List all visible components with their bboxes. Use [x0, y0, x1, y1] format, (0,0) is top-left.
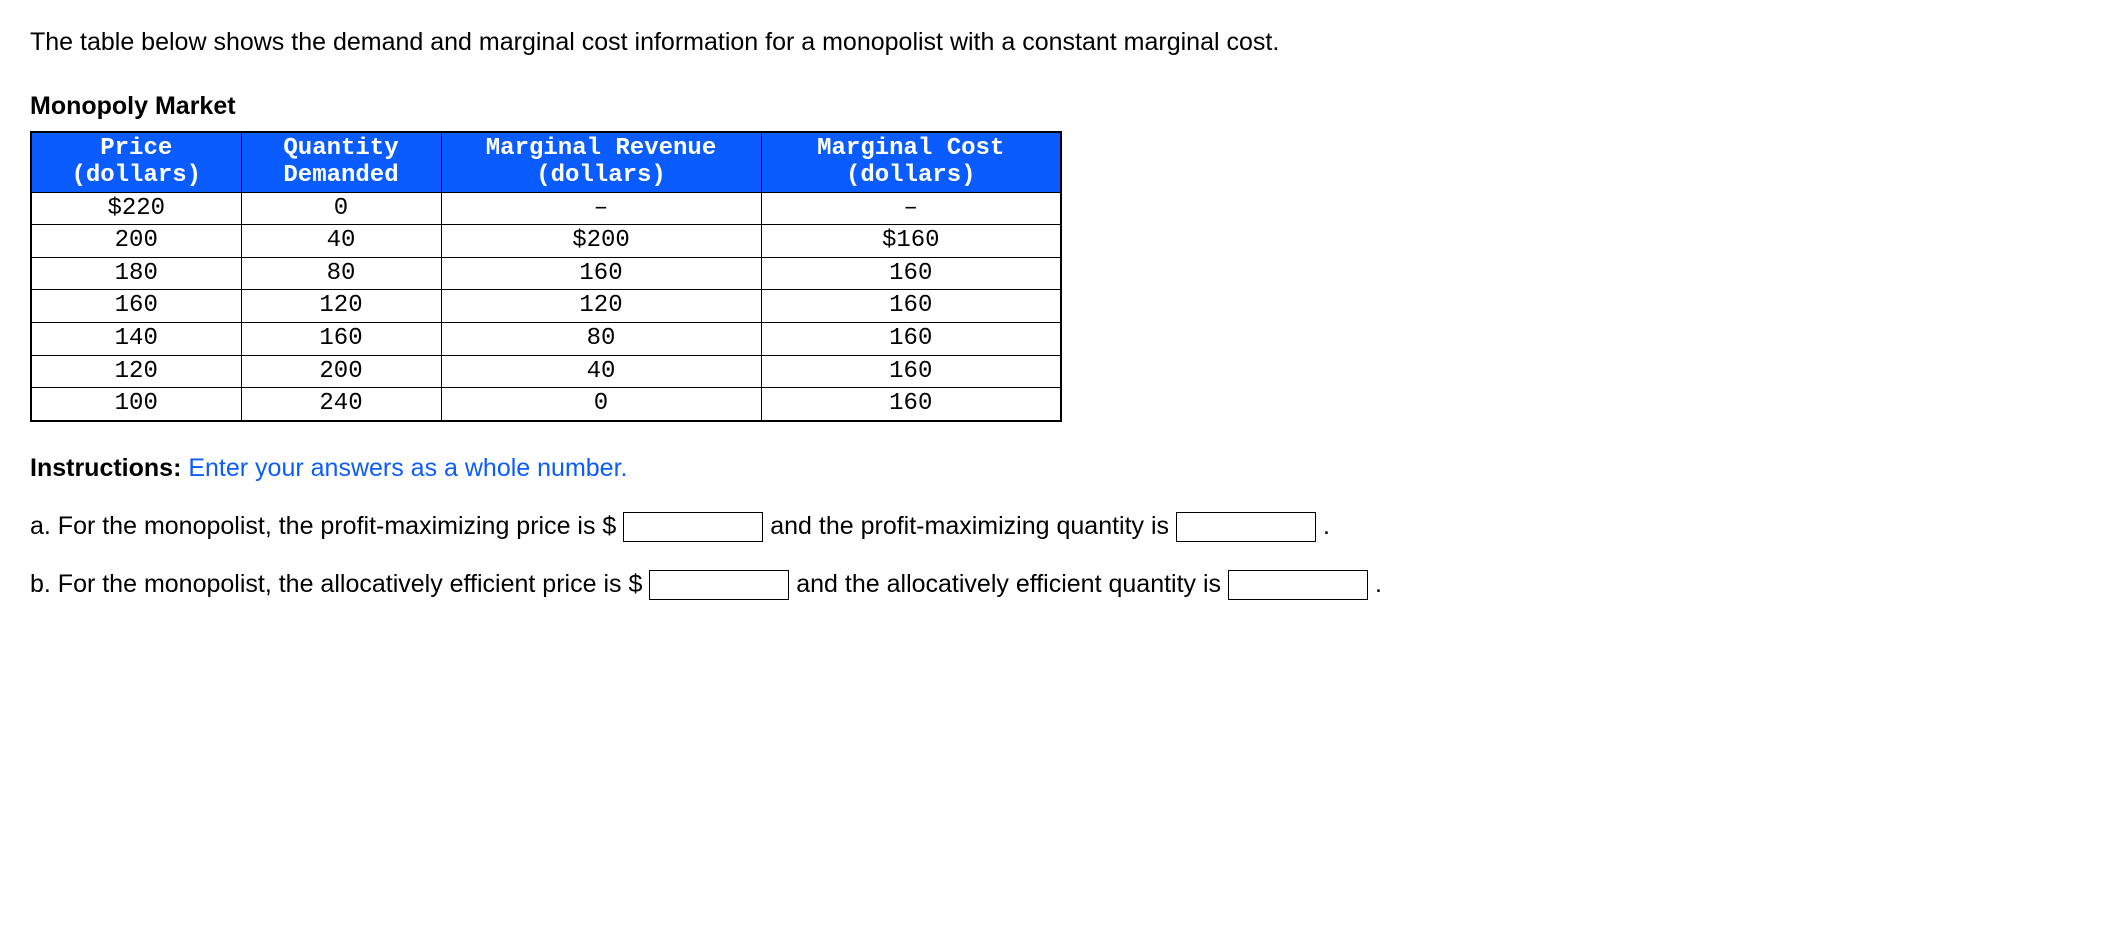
question-a-mid: and the profit-maximizing quantity is	[770, 512, 1176, 540]
question-b-pre: b. For the monopolist, the allocatively …	[30, 570, 649, 598]
cell-qty: 240	[241, 388, 441, 421]
table-row: 180 80 160 160	[31, 257, 1061, 290]
question-b-mid: and the allocatively efficient quantity …	[796, 570, 1228, 598]
table-row: $220 0 – –	[31, 192, 1061, 225]
cell-qty: 0	[241, 192, 441, 225]
table-title: Monopoly Market	[30, 88, 2098, 124]
table-row: 200 40 $200 $160	[31, 225, 1061, 258]
col-header-price-l1: Price	[40, 135, 233, 163]
col-header-mr-l2: (dollars)	[450, 162, 753, 190]
cell-price: 160	[31, 290, 241, 323]
cell-mc: 160	[761, 355, 1061, 388]
question-a-pre: a. For the monopolist, the profit-maximi…	[30, 512, 623, 540]
answer-b-qty-input[interactable]	[1228, 570, 1368, 600]
col-header-price-l2: (dollars)	[40, 162, 233, 190]
instructions-text: Enter your answers as a whole number.	[181, 454, 627, 482]
monopoly-table: Price (dollars) Quantity Demanded Margin…	[30, 131, 1062, 422]
cell-price: 140	[31, 323, 241, 356]
table-row: 120 200 40 160	[31, 355, 1061, 388]
col-header-price: Price (dollars)	[31, 132, 241, 193]
cell-mr: 0	[441, 388, 761, 421]
col-header-mc-l2: (dollars)	[770, 162, 1053, 190]
col-header-qty-l2: Demanded	[250, 162, 433, 190]
cell-qty: 40	[241, 225, 441, 258]
table-row: 100 240 0 160	[31, 388, 1061, 421]
table-row: 140 160 80 160	[31, 323, 1061, 356]
col-header-qty-l1: Quantity	[250, 135, 433, 163]
question-b: b. For the monopolist, the allocatively …	[30, 566, 2098, 602]
cell-mr: 40	[441, 355, 761, 388]
cell-mr: 80	[441, 323, 761, 356]
cell-mc: $160	[761, 225, 1061, 258]
col-header-mc-l1: Marginal Cost	[770, 135, 1053, 163]
col-header-qty: Quantity Demanded	[241, 132, 441, 193]
cell-qty: 160	[241, 323, 441, 356]
question-b-end: .	[1375, 570, 1382, 598]
cell-mr: 120	[441, 290, 761, 323]
cell-price: 180	[31, 257, 241, 290]
table-header-row: Price (dollars) Quantity Demanded Margin…	[31, 132, 1061, 193]
cell-price: 200	[31, 225, 241, 258]
cell-price: 120	[31, 355, 241, 388]
cell-qty: 80	[241, 257, 441, 290]
cell-qty: 200	[241, 355, 441, 388]
intro-text: The table below shows the demand and mar…	[30, 24, 2098, 60]
cell-mr: –	[441, 192, 761, 225]
instructions: Instructions: Enter your answers as a wh…	[30, 450, 2098, 486]
question-a-end: .	[1323, 512, 1330, 540]
cell-price: 100	[31, 388, 241, 421]
answer-b-price-input[interactable]	[649, 570, 789, 600]
cell-mc: 160	[761, 257, 1061, 290]
cell-mc: –	[761, 192, 1061, 225]
col-header-mr: Marginal Revenue (dollars)	[441, 132, 761, 193]
cell-qty: 120	[241, 290, 441, 323]
table-row: 160 120 120 160	[31, 290, 1061, 323]
cell-mr: $200	[441, 225, 761, 258]
cell-mc: 160	[761, 388, 1061, 421]
col-header-mr-l1: Marginal Revenue	[450, 135, 753, 163]
answer-a-qty-input[interactable]	[1176, 512, 1316, 542]
cell-mc: 160	[761, 323, 1061, 356]
cell-price: $220	[31, 192, 241, 225]
answer-a-price-input[interactable]	[623, 512, 763, 542]
cell-mr: 160	[441, 257, 761, 290]
instructions-label: Instructions:	[30, 454, 181, 482]
col-header-mc: Marginal Cost (dollars)	[761, 132, 1061, 193]
question-a: a. For the monopolist, the profit-maximi…	[30, 508, 2098, 544]
cell-mc: 160	[761, 290, 1061, 323]
